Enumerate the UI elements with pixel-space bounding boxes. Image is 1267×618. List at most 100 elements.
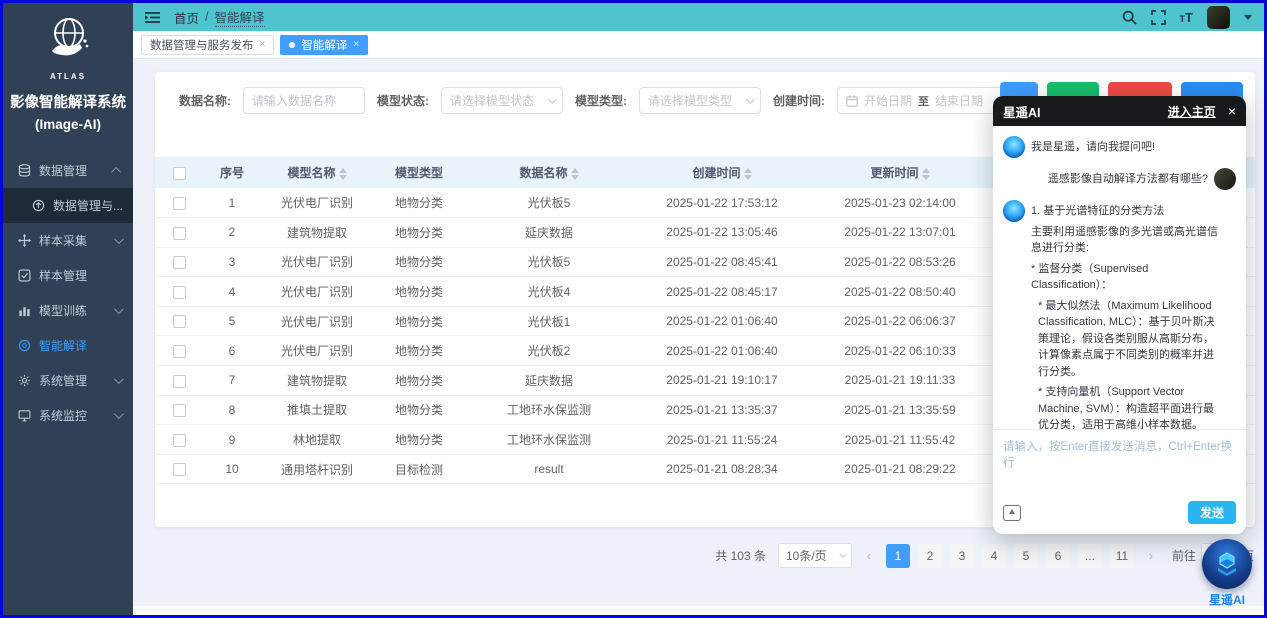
close-icon[interactable]: ×	[353, 39, 359, 50]
page-button-4[interactable]: 4	[982, 544, 1006, 568]
chat-title: 星遥AI	[1003, 102, 1041, 121]
column-header-7[interactable]: 更新时间	[811, 157, 989, 188]
sidebar-item-2[interactable]: 数据管理与...	[3, 188, 133, 223]
gear-icon	[17, 374, 31, 388]
sort-icon[interactable]	[571, 168, 579, 180]
sort-icon[interactable]	[922, 168, 930, 180]
cell-updated: 2025-01-23 02:14:00	[811, 188, 989, 218]
chat-message-user: 遥感影像自动解译方法都有哪些?	[1003, 168, 1236, 190]
chat-header: 星遥AI 进入主页 ×	[993, 96, 1246, 126]
close-icon[interactable]: ×	[260, 39, 266, 50]
cell-created: 2025-01-22 13:05:46	[633, 218, 811, 248]
page-button-2[interactable]: 2	[918, 544, 942, 568]
column-header-5[interactable]: 数据名称	[465, 157, 633, 188]
column-label: 模型类型	[395, 166, 443, 180]
select-all-checkbox[interactable]	[173, 167, 186, 180]
caret-down-icon[interactable]	[1244, 15, 1252, 20]
upload-icon[interactable]	[1003, 505, 1021, 521]
cell-updated: 2025-01-21 11:55:42	[811, 425, 989, 455]
start-date-placeholder[interactable]: 开始日期	[864, 92, 912, 109]
page-button-6[interactable]: 6	[1046, 544, 1070, 568]
send-button[interactable]: 发送	[1188, 501, 1236, 524]
prev-page-button[interactable]: ‹	[860, 548, 878, 563]
collapse-menu-icon[interactable]	[145, 11, 160, 24]
font-size-icon[interactable]: TT	[1180, 10, 1193, 25]
cell-updated: 2025-01-22 13:07:01	[811, 218, 989, 248]
column-label: 数据名称	[519, 166, 567, 180]
search-icon[interactable]	[1122, 10, 1137, 25]
sidebar-menu: 数据管理数据管理与...样本采集样本管理模型训练智能解译系统管理系统监控	[3, 153, 133, 433]
page-ellipsis: ...	[1078, 544, 1102, 568]
user-avatar[interactable]	[1207, 6, 1230, 29]
column-header-3[interactable]: 模型名称	[261, 157, 373, 188]
tag-tab-1[interactable]: 数据管理与服务发布×	[141, 35, 274, 55]
sidebar-item-label: 智能解译	[39, 337, 123, 354]
page-button-11[interactable]: 11	[1110, 544, 1134, 568]
model-type-placeholder: 请选择模型类型	[648, 92, 732, 109]
row-checkbox[interactable]	[173, 286, 186, 299]
cell-model_name: 光伏电厂识别	[261, 306, 373, 336]
cell-seq: 4	[203, 277, 261, 307]
fullscreen-icon[interactable]	[1151, 10, 1166, 25]
sidebar-item-1[interactable]: 数据管理	[3, 153, 133, 188]
row-checkbox[interactable]	[173, 256, 186, 269]
cell-data_name: 光伏板5	[465, 188, 633, 218]
sidebar-item-7[interactable]: 系统管理	[3, 363, 133, 398]
tag-tab-2[interactable]: 智能解译×	[280, 35, 368, 55]
sidebar-item-8[interactable]: 系统监控	[3, 398, 133, 433]
cell-model_type: 地物分类	[373, 188, 465, 218]
publish-icon	[31, 199, 45, 213]
model-type-select[interactable]: 请选择模型类型	[639, 87, 761, 114]
close-icon[interactable]: ×	[1228, 104, 1236, 118]
cell-data_name: 光伏板4	[465, 277, 633, 307]
chevron-down-icon	[746, 95, 754, 103]
sidebar-item-3[interactable]: 样本采集	[3, 223, 133, 258]
row-select-cell	[155, 366, 203, 396]
row-checkbox[interactable]	[173, 227, 186, 240]
row-checkbox[interactable]	[173, 463, 186, 476]
data-name-input-field[interactable]	[252, 94, 356, 108]
data-name-input[interactable]	[243, 87, 365, 114]
chat-home-link[interactable]: 进入主页	[1168, 103, 1216, 120]
row-checkbox[interactable]	[173, 375, 186, 388]
row-checkbox[interactable]	[173, 345, 186, 358]
sidebar-item-5[interactable]: 模型训练	[3, 293, 133, 328]
system-title-line2: (Image-AI)	[3, 115, 133, 135]
column-header-6[interactable]: 创建时间	[633, 157, 811, 188]
sidebar-item-6[interactable]: 智能解译	[3, 328, 133, 363]
sidebar-item-label: 样本管理	[39, 267, 123, 284]
chevron-down-icon	[114, 304, 124, 314]
sidebar-item-4[interactable]: 样本管理	[3, 258, 133, 293]
system-title-line1: 影像智能解译系统	[3, 93, 133, 115]
row-checkbox[interactable]	[173, 315, 186, 328]
next-page-button[interactable]: ›	[1142, 548, 1160, 563]
column-label: 序号	[220, 166, 244, 180]
select-all-header[interactable]	[155, 157, 203, 188]
row-checkbox[interactable]	[173, 197, 186, 210]
date-range-picker[interactable]: 开始日期 至 结束日期	[837, 87, 1009, 114]
cell-seq: 2	[203, 218, 261, 248]
cell-seq: 5	[203, 306, 261, 336]
page-button-1[interactable]: 1	[886, 544, 910, 568]
chat-paragraph: 主要利用遥感影像的多光谱或高光谱信息进行分类:	[1031, 224, 1223, 257]
assistant-launcher-icon[interactable]	[1202, 539, 1252, 589]
cell-model_type: 地物分类	[373, 425, 465, 455]
page-size-select[interactable]: 10条/页	[778, 543, 852, 568]
cell-created: 2025-01-22 08:45:17	[633, 277, 811, 307]
end-date-placeholder[interactable]: 结束日期	[935, 92, 983, 109]
sort-icon[interactable]	[339, 168, 347, 180]
calendar-icon	[846, 95, 858, 107]
chat-input[interactable]: 请输入，按Enter直接发送消息，Ctrl+Enter换行	[1003, 438, 1236, 470]
chat-message-text: 我是星遥，请向我提问吧!	[1031, 136, 1155, 156]
page-button-5[interactable]: 5	[1014, 544, 1038, 568]
page-button-3[interactable]: 3	[950, 544, 974, 568]
sort-icon[interactable]	[744, 168, 752, 180]
cell-seq: 9	[203, 425, 261, 455]
row-checkbox[interactable]	[173, 404, 186, 417]
model-status-select[interactable]: 请选择模型状态	[441, 87, 563, 114]
breadcrumb-home[interactable]: 首页	[174, 8, 199, 27]
cell-seq: 10	[203, 454, 261, 484]
cell-seq: 6	[203, 336, 261, 366]
row-checkbox[interactable]	[173, 434, 186, 447]
cell-data_name: 工地环水保监测	[465, 395, 633, 425]
